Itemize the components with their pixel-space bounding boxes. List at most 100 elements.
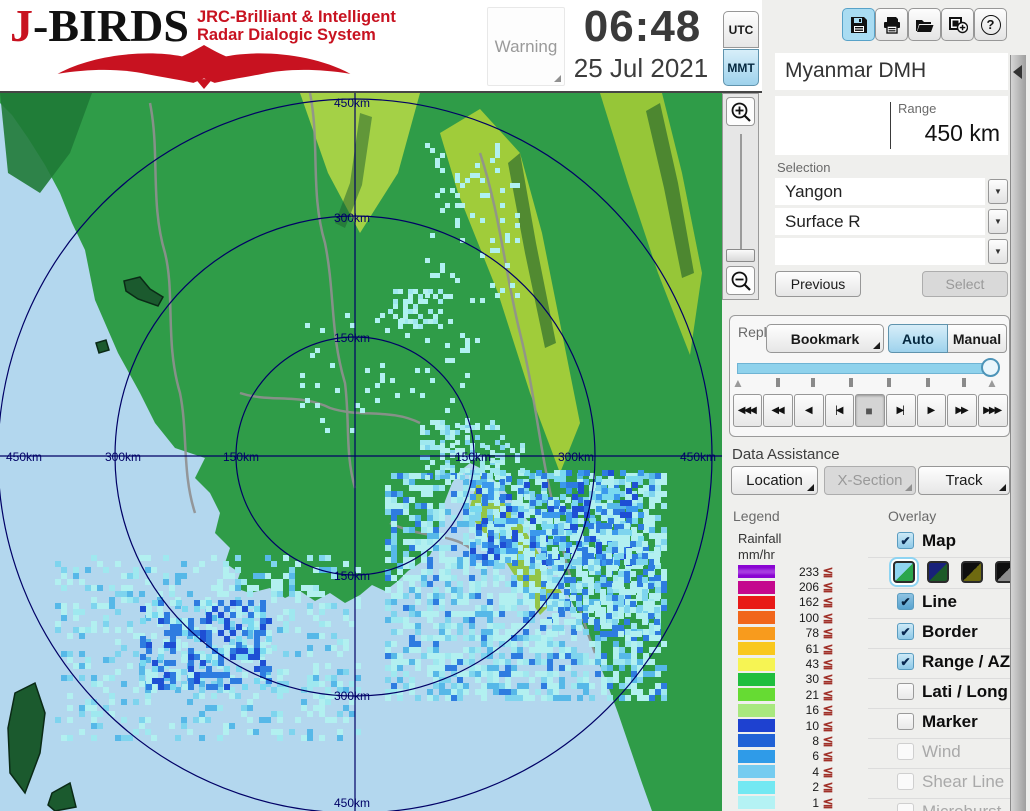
map-checkbox[interactable]: ✔: [897, 532, 914, 549]
slider-tick: [849, 378, 853, 387]
line-checkbox[interactable]: ✔: [897, 593, 914, 610]
svg-text:300km: 300km: [105, 450, 141, 464]
capture-image-button[interactable]: [941, 8, 974, 41]
utc-button[interactable]: UTC: [723, 11, 759, 48]
fast-forward-button[interactable]: ▶▶: [947, 394, 977, 427]
logo-subtitle-1: JRC-Brilliant & Intelligent: [197, 8, 396, 26]
zoom-out-button[interactable]: [726, 266, 755, 295]
station-name-box: Myanmar DMH: [775, 53, 1008, 90]
zoom-out-icon: [730, 270, 752, 292]
play-reverse-button[interactable]: ◀: [794, 394, 824, 427]
lati-long-checkbox[interactable]: [897, 683, 914, 700]
overlay-item-label: Line: [922, 592, 957, 612]
fast-rewind-button[interactable]: ◀◀: [763, 394, 793, 427]
mmt-label: MMT: [727, 61, 754, 75]
xsection-button[interactable]: X-Section: [824, 466, 916, 495]
legend-label: Legend: [733, 508, 780, 524]
legend-swatch: [738, 796, 775, 809]
capture-image-icon: [948, 15, 968, 34]
legend-swatch: [738, 642, 775, 655]
playback-controls: ◀◀◀ ◀◀ ◀ |◀ ■ ▶| ▶ ▶▶ ▶▶▶: [732, 394, 1008, 427]
panel-scrollbar[interactable]: [1010, 55, 1026, 811]
checkmark-icon: ✔: [900, 534, 910, 548]
overlay-item-label: Shear Line: [922, 772, 1004, 792]
svg-text:450km: 450km: [6, 450, 42, 464]
step-back-button[interactable]: |◀: [825, 394, 855, 427]
legend-swatch: [738, 688, 775, 701]
microburst-checkbox[interactable]: [897, 803, 914, 811]
overlay-row-border: ✔ Border: [868, 619, 1010, 649]
range-az-checkbox[interactable]: ✔: [897, 653, 914, 670]
replay-slider-track[interactable]: [737, 363, 995, 374]
play-button[interactable]: ▶: [917, 394, 947, 427]
warning-button[interactable]: Warning: [487, 7, 565, 86]
auto-label: Auto: [902, 331, 934, 347]
slider-end-marker[interactable]: ▲: [986, 377, 998, 389]
svg-text:300km: 300km: [558, 450, 594, 464]
shear-line-checkbox[interactable]: [897, 773, 914, 790]
overlay-item-label: Border: [922, 622, 978, 642]
zoom-slider-track[interactable]: [740, 134, 742, 252]
range-value: 450 km: [925, 120, 1000, 147]
mmt-button[interactable]: MMT: [723, 49, 759, 86]
zoom-in-button[interactable]: [726, 97, 755, 126]
save-button[interactable]: [842, 8, 875, 41]
print-icon: [883, 16, 901, 34]
legend-row: 8≦: [738, 733, 858, 748]
map-style-swatch-1[interactable]: [893, 561, 915, 583]
track-button[interactable]: Track: [918, 466, 1010, 495]
location-dropdown-value: Yangon: [785, 182, 842, 202]
previous-button[interactable]: Previous: [775, 271, 861, 297]
legend-row: 2≦: [738, 779, 858, 794]
stop-button[interactable]: ■: [855, 394, 885, 427]
legend-swatch: [738, 581, 775, 594]
map-style-swatch-3[interactable]: [961, 561, 983, 583]
legend-swatch: [738, 596, 775, 609]
station-name: Myanmar DMH: [785, 59, 926, 83]
slider-start-marker[interactable]: ▲: [732, 377, 744, 389]
select-button[interactable]: Select: [922, 271, 1008, 297]
legend-row: 4≦: [738, 764, 858, 779]
svg-text:150km: 150km: [455, 450, 491, 464]
extra-dropdown-arrow[interactable]: ▼: [988, 239, 1008, 264]
legend-row: 61≦: [738, 641, 858, 656]
marker-checkbox[interactable]: [897, 713, 914, 730]
legend-swatch: [738, 673, 775, 686]
radar-map-canvas[interactable]: 450km 300km 150km 150km 300km 450km 450k…: [0, 93, 722, 811]
help-button[interactable]: ?: [974, 8, 1007, 41]
panel-collapse-icon[interactable]: [1013, 65, 1022, 79]
product-dropdown-arrow[interactable]: ▼: [988, 209, 1008, 234]
bookmark-label: Bookmark: [791, 331, 859, 347]
overlay-row-lati-long: Lati / Long: [868, 679, 1010, 709]
zoom-slider-thumb[interactable]: [726, 249, 755, 262]
bookmark-button[interactable]: Bookmark: [766, 324, 884, 353]
print-button[interactable]: [875, 8, 908, 41]
location-dropdown-arrow[interactable]: ▼: [988, 179, 1008, 204]
map-style-swatch-2[interactable]: [927, 561, 949, 583]
product-dropdown[interactable]: Surface R: [775, 208, 985, 235]
extra-dropdown[interactable]: [775, 238, 985, 265]
location-button[interactable]: Location: [731, 466, 818, 495]
auto-button[interactable]: Auto: [888, 324, 948, 353]
replay-slider-handle[interactable]: [981, 358, 1000, 377]
wind-checkbox[interactable]: [897, 743, 914, 760]
range-box: Range 450 km: [775, 96, 1008, 155]
jump-to-end-button[interactable]: ▶▶▶: [978, 394, 1008, 427]
eagle-logo-icon: [10, 45, 398, 89]
open-folder-button[interactable]: [908, 8, 941, 41]
legend-swatch: [738, 765, 775, 778]
slider-tick: [962, 378, 966, 387]
legend-row: 30≦: [738, 672, 858, 687]
legend-row: 21≦: [738, 687, 858, 702]
legend-row: 78≦: [738, 626, 858, 641]
chevron-down-icon: ▼: [994, 247, 1002, 256]
step-forward-button[interactable]: ▶|: [886, 394, 916, 427]
jump-to-start-button[interactable]: ◀◀◀: [733, 394, 763, 427]
manual-button[interactable]: Manual: [948, 324, 1007, 353]
slider-tick: [811, 378, 815, 387]
border-checkbox[interactable]: ✔: [897, 623, 914, 640]
open-folder-icon: [915, 16, 934, 34]
select-label: Select: [946, 276, 985, 292]
svg-text:300km: 300km: [334, 689, 370, 703]
location-dropdown[interactable]: Yangon: [775, 178, 985, 205]
